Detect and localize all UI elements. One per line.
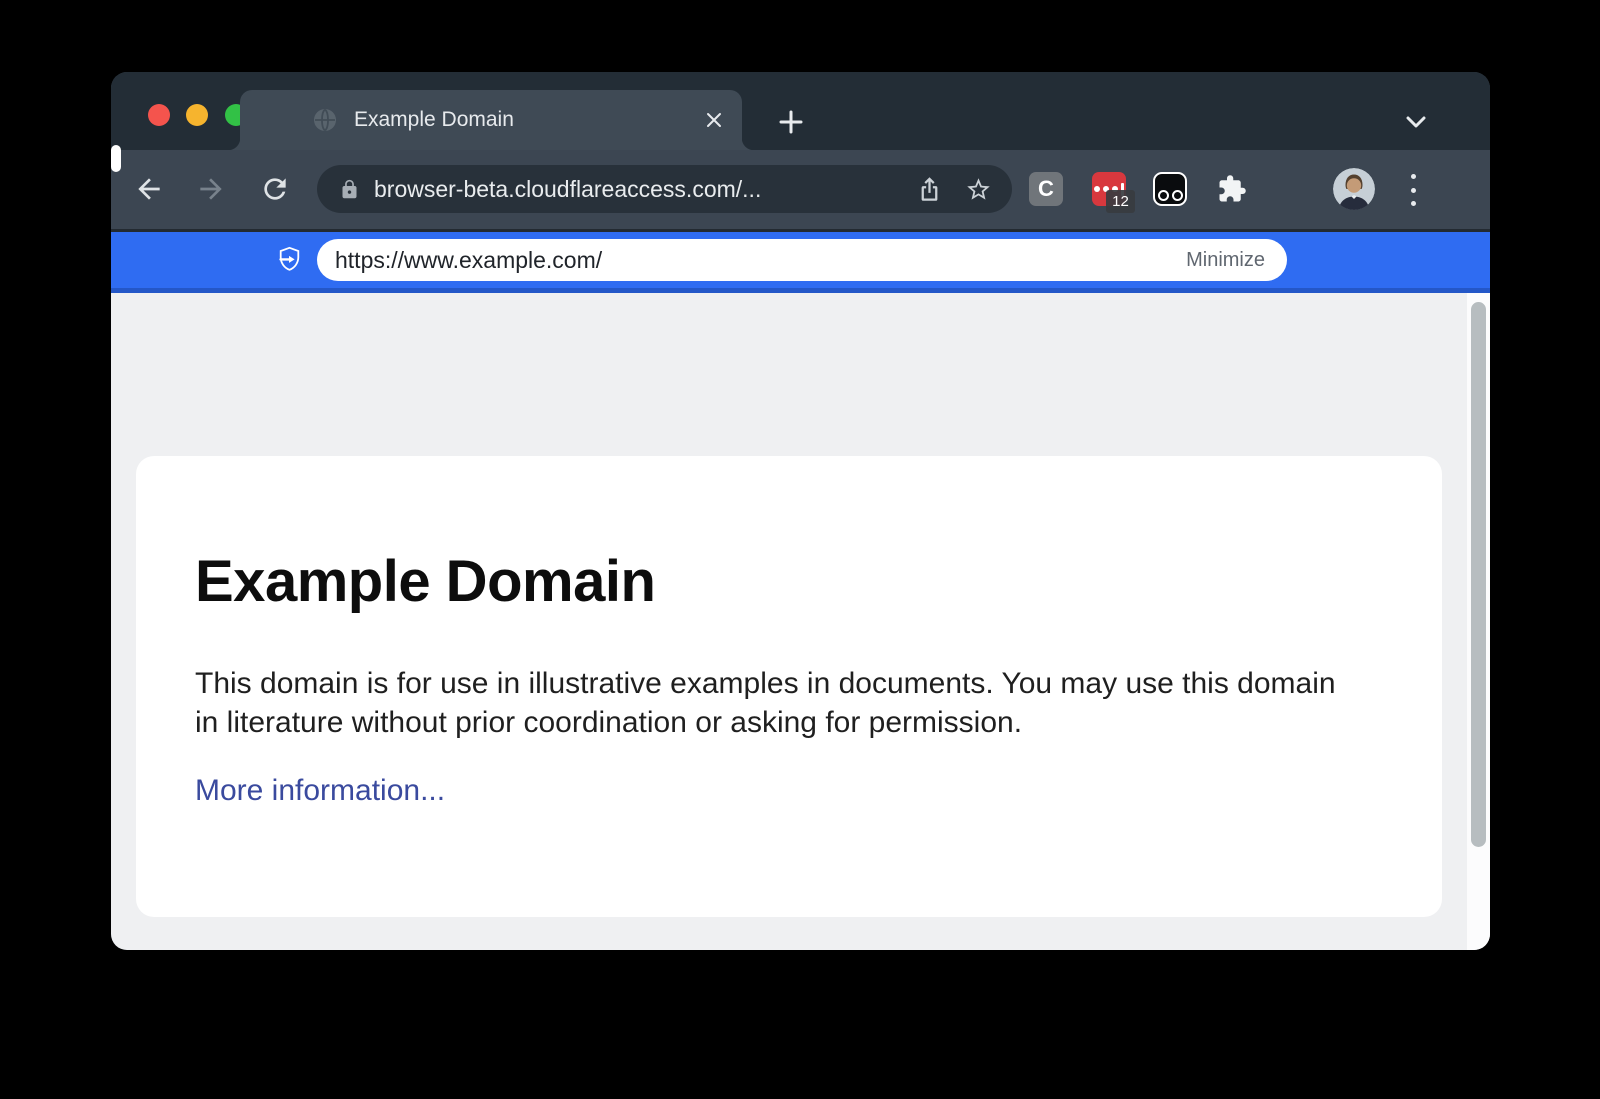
profile-avatar[interactable] xyxy=(1333,168,1375,210)
remote-url-bar[interactable]: https://www.example.com/ Minimize xyxy=(317,239,1287,281)
two-circles-extension-button[interactable] xyxy=(1153,172,1187,206)
extensions-puzzle-icon[interactable] xyxy=(1217,174,1247,204)
back-button[interactable] xyxy=(133,173,165,205)
isolation-bar: https://www.example.com/ Minimize xyxy=(111,232,1490,293)
tab-close-icon[interactable] xyxy=(704,110,724,130)
browser-window: Example Domain xyxy=(111,72,1490,950)
example-domain-card: Example Domain This domain is for use in… xyxy=(136,456,1442,917)
page-body-text: This domain is for use in illustrative e… xyxy=(195,664,1360,742)
extension-badge: 12 xyxy=(1106,190,1135,213)
globe-favicon-icon xyxy=(312,107,338,133)
page-scrollbar[interactable] xyxy=(1467,293,1490,950)
share-icon[interactable] xyxy=(916,176,943,203)
address-bar[interactable]: browser-beta.cloudflareaccess.com/... xyxy=(317,165,1012,213)
reload-button[interactable] xyxy=(259,173,291,205)
browser-menu-kebab-icon[interactable] xyxy=(1409,174,1417,206)
dot-icon xyxy=(1094,186,1100,192)
url-text[interactable]: browser-beta.cloudflareaccess.com/... xyxy=(374,176,894,203)
extension-c-button[interactable]: C xyxy=(1029,172,1063,206)
macos-minimize-button[interactable] xyxy=(186,104,208,126)
macos-close-button[interactable] xyxy=(148,104,170,126)
forward-button[interactable] xyxy=(195,173,227,205)
remote-url-text[interactable]: https://www.example.com/ xyxy=(335,247,1186,274)
tab-title: Example Domain xyxy=(354,108,514,132)
shield-arrow-icon xyxy=(276,246,303,273)
scrollbar-thumb[interactable] xyxy=(1471,302,1486,847)
page-heading: Example Domain xyxy=(195,548,655,615)
circle-icon xyxy=(1172,190,1183,201)
lock-icon xyxy=(339,179,360,200)
chevron-down-icon[interactable] xyxy=(1401,108,1431,136)
more-information-link[interactable]: More information... xyxy=(195,774,445,808)
side-panel-icon[interactable] xyxy=(111,145,121,172)
web-page-viewport: Example Domain This domain is for use in… xyxy=(111,293,1490,950)
tab-strip: Example Domain xyxy=(111,72,1490,150)
tab-example-domain[interactable]: Example Domain xyxy=(240,90,742,150)
bookmark-star-icon[interactable] xyxy=(965,176,992,203)
new-tab-button[interactable] xyxy=(775,106,807,138)
minimize-button[interactable]: Minimize xyxy=(1186,249,1265,272)
password-manager-extension-button[interactable]: 12 xyxy=(1092,172,1126,206)
screenshot-canvas: Example Domain xyxy=(0,0,1600,1099)
browser-toolbar: browser-beta.cloudflareaccess.com/... C … xyxy=(111,150,1490,229)
circle-icon xyxy=(1158,190,1169,201)
